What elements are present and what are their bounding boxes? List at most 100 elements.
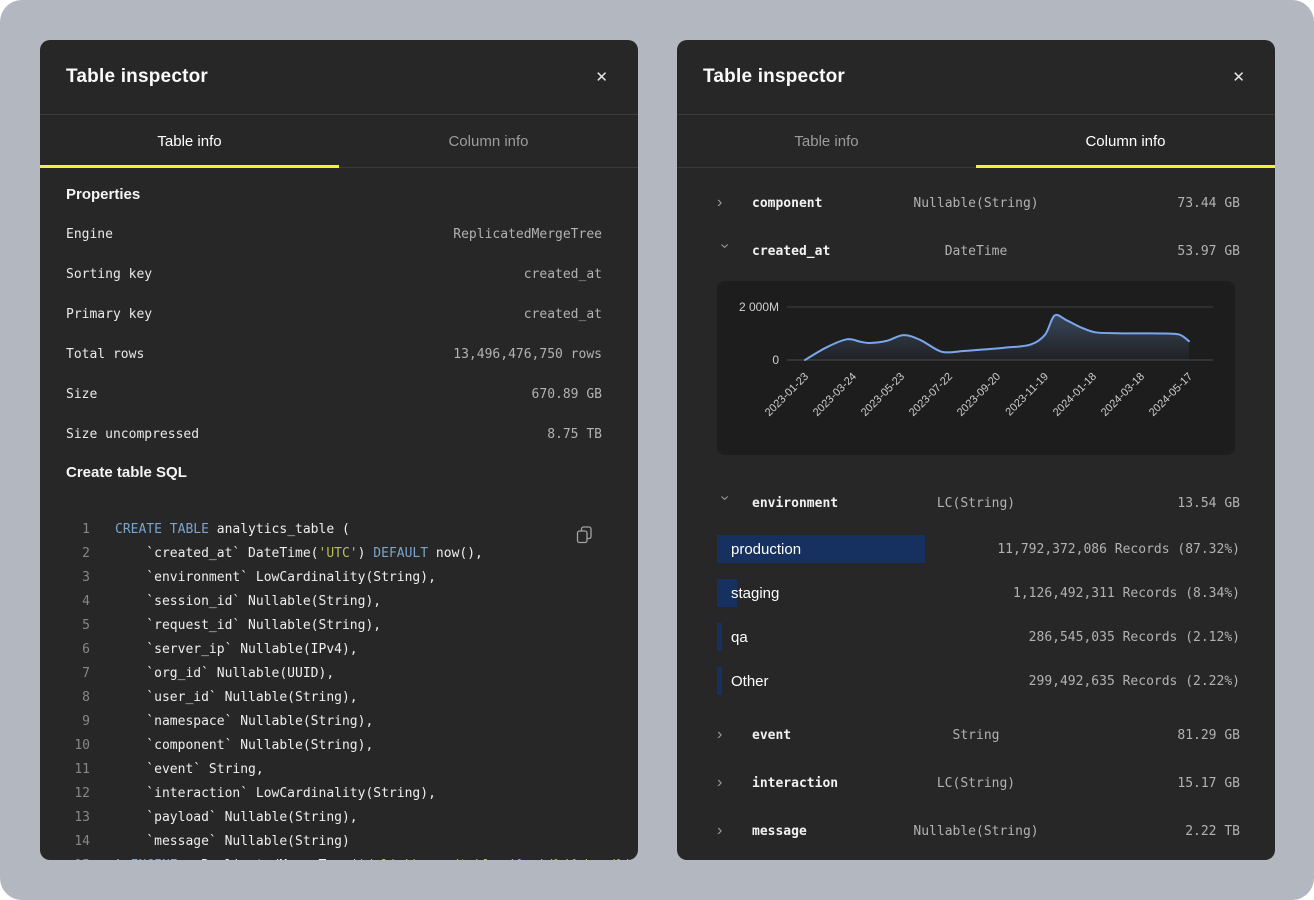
- column-type: LC(String): [937, 776, 1015, 791]
- sql-line: 7 `org_id` Nullable(UUID),: [40, 661, 638, 685]
- sql-line: 11 `event` String,: [40, 757, 638, 781]
- property-key: Total rows: [66, 347, 144, 362]
- property-row: EngineReplicatedMergeTree: [40, 214, 638, 254]
- env-value-label: Other: [731, 673, 769, 690]
- table-inspector-right-panel: Table inspector ✕ Table infoColumn info …: [677, 40, 1275, 860]
- sql-line: 9 `namespace` Nullable(String),: [40, 709, 638, 733]
- sql-token: `message` Nullable(String): [115, 834, 350, 849]
- tab-column-info[interactable]: Column info: [976, 115, 1275, 168]
- property-key: Size uncompressed: [66, 427, 199, 442]
- sql-code-text: ) ENGINE = ReplicatedMergeTree('/clickho…: [115, 858, 632, 861]
- sql-token: 'UTC': [319, 546, 358, 561]
- column-row[interactable]: ›environmentLC(String)13.54 GB: [677, 479, 1275, 527]
- chevron-down-icon[interactable]: ›: [717, 495, 733, 509]
- sql-token: `user_id` Nullable(String),: [115, 690, 358, 705]
- line-number: 14: [66, 834, 90, 849]
- create-table-sql-title: Create table SQL: [66, 462, 612, 484]
- copy-button[interactable]: [575, 525, 594, 544]
- sql-line: 2 `created_at` DateTime('UTC') DEFAULT n…: [40, 541, 638, 565]
- close-icon: ✕: [1232, 69, 1245, 86]
- sql-token: now(),: [428, 546, 483, 561]
- sql-code-text: `server_ip` Nullable(IPv4),: [115, 642, 358, 657]
- sql-line: 14 `message` Nullable(String): [40, 829, 638, 853]
- y-axis-label: 0: [772, 353, 779, 367]
- tab-table-info[interactable]: Table info: [677, 115, 976, 168]
- sql-token: `interaction` LowCardinality(String),: [115, 786, 436, 801]
- column-type: LC(String): [937, 496, 1015, 511]
- app-background: Table inspector ✕ Table infoColumn info …: [0, 0, 1314, 900]
- sql-line: 4 `session_id` Nullable(String),: [40, 589, 638, 613]
- sql-token: `namespace` Nullable(String),: [115, 714, 373, 729]
- column-size: 73.44 GB: [1177, 196, 1240, 211]
- property-key: Sorting key: [66, 267, 152, 282]
- sql-token: `request_id` Nullable(String),: [115, 618, 381, 633]
- sql-token: ENGINE: [131, 858, 178, 861]
- column-size: 2.22 TB: [1185, 824, 1240, 839]
- line-number: 12: [66, 786, 90, 801]
- y-axis-label: 2 000M: [739, 300, 779, 314]
- line-number: 13: [66, 810, 90, 825]
- close-button[interactable]: ✕: [1228, 66, 1249, 89]
- line-number: 2: [66, 546, 90, 561]
- column-type: Nullable(String): [913, 824, 1038, 839]
- property-value: created_at: [524, 307, 602, 322]
- line-number: 6: [66, 642, 90, 657]
- column-name: message: [752, 824, 807, 839]
- x-axis-label: 2023-09-20: [955, 371, 1003, 419]
- sql-code-text: `session_id` Nullable(String),: [115, 594, 381, 609]
- sql-token: `created_at` DateTime(: [115, 546, 319, 561]
- close-button[interactable]: ✕: [591, 66, 612, 89]
- line-number: 5: [66, 618, 90, 633]
- sql-token: ): [358, 546, 374, 561]
- sql-code-text: `request_id` Nullable(String),: [115, 618, 381, 633]
- column-row[interactable]: › message Nullable(String) 2.22 TB: [677, 807, 1275, 855]
- column-row[interactable]: ›componentNullable(String)73.44 GB: [677, 179, 1275, 227]
- sql-code-text: `created_at` DateTime('UTC') DEFAULT now…: [115, 546, 483, 561]
- sql-line: 10 `component` Nullable(String),: [40, 733, 638, 757]
- tab-table-info[interactable]: Table info: [40, 115, 339, 168]
- sql-line: 3 `environment` LowCardinality(String),: [40, 565, 638, 589]
- column-row[interactable]: ›created_atDateTime53.97 GB: [677, 227, 1275, 275]
- line-number: 10: [66, 738, 90, 753]
- sql-code-text: CREATE TABLE analytics_table (: [115, 522, 350, 537]
- chevron-right-icon[interactable]: ›: [717, 823, 731, 839]
- env-value-label: qa: [731, 629, 748, 646]
- column-size: 13.54 GB: [1177, 496, 1240, 511]
- sql-token: `org_id` Nullable(UUID),: [115, 666, 334, 681]
- column-list: ›componentNullable(String)73.44 GB›creat…: [677, 179, 1275, 855]
- column-row[interactable]: ›eventString81.29 GB: [677, 711, 1275, 759]
- property-row: Size uncompressed8.75 TB: [40, 414, 638, 454]
- sql-token: `payload` Nullable(String),: [115, 810, 358, 825]
- area-fill: [805, 315, 1189, 360]
- tab-column-info[interactable]: Column info: [339, 115, 638, 168]
- property-row: Primary keycreated_at: [40, 294, 638, 334]
- column-name: interaction: [752, 776, 838, 791]
- column-name: created_at: [752, 244, 830, 259]
- x-axis-label: 2024-05-17: [1147, 371, 1195, 419]
- env-value-row: qa286,545,035 Records (2.12%): [677, 615, 1275, 659]
- x-axis-label: 2023-01-23: [763, 371, 811, 419]
- sql-line: 12 `interaction` LowCardinality(String),: [40, 781, 638, 805]
- chevron-right-icon[interactable]: ›: [717, 727, 731, 743]
- column-type: DateTime: [945, 244, 1008, 259]
- property-key: Size: [66, 387, 97, 402]
- sql-token: analytics_table (: [209, 522, 350, 537]
- sql-code-block: 1 CREATE TABLE analytics_table ( 2 `create…: [40, 517, 638, 860]
- chevron-right-icon[interactable]: ›: [717, 195, 731, 211]
- property-row: Sorting keycreated_at: [40, 254, 638, 294]
- property-value: 670.89 GB: [532, 387, 602, 402]
- column-size: 81.29 GB: [1177, 728, 1240, 743]
- chevron-right-icon[interactable]: ›: [717, 775, 731, 791]
- x-axis-label: 2023-03-24: [811, 371, 859, 419]
- sql-token: `component` Nullable(String),: [115, 738, 373, 753]
- env-value-label: production: [731, 541, 801, 558]
- chevron-down-icon[interactable]: ›: [717, 243, 733, 257]
- x-axis-label: 2024-03-18: [1099, 371, 1147, 419]
- line-number: 4: [66, 594, 90, 609]
- line-number: 7: [66, 666, 90, 681]
- line-number: 1: [66, 522, 90, 537]
- sql-line: 6 `server_ip` Nullable(IPv4),: [40, 637, 638, 661]
- column-row[interactable]: ›interactionLC(String)15.17 GB: [677, 759, 1275, 807]
- sql-line: 5 `request_id` Nullable(String),: [40, 613, 638, 637]
- sql-code-text: `component` Nullable(String),: [115, 738, 373, 753]
